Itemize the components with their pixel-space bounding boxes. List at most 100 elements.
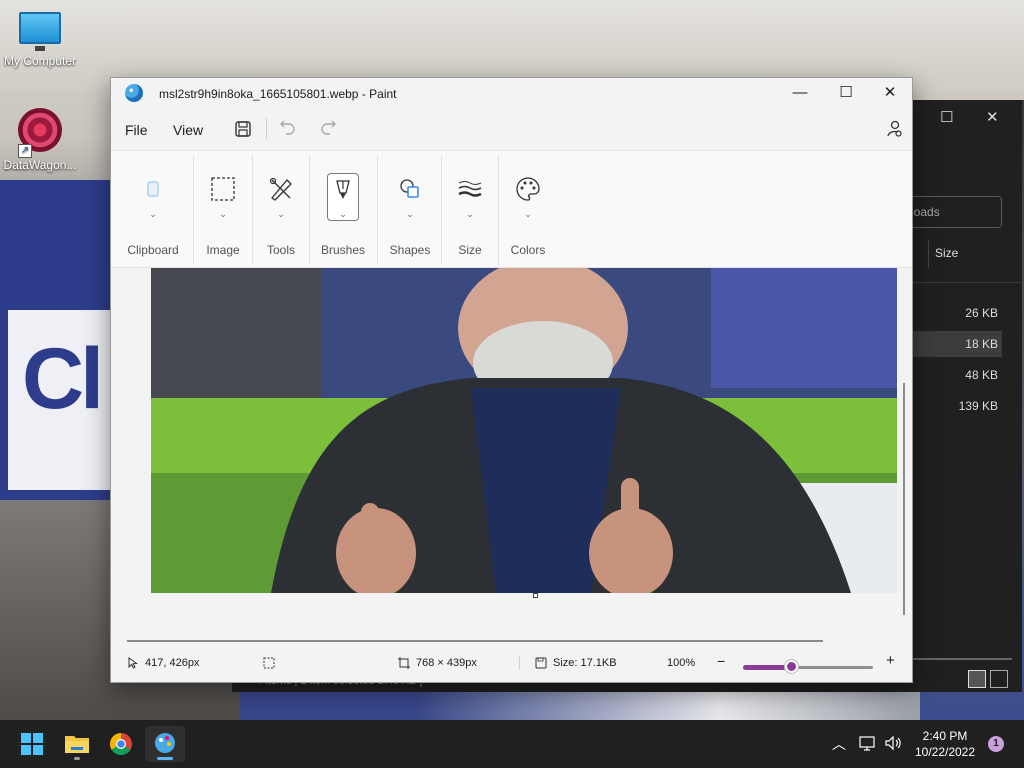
maximize-icon[interactable]: ☐ [940, 108, 953, 126]
horizontal-scrollbar[interactable] [127, 640, 823, 642]
ribbon-group-tools[interactable]: ⌄ Tools [254, 151, 308, 269]
paint-window[interactable]: msl2str9h9in8oka_1665105801.webp - Paint… [110, 77, 913, 683]
divider [498, 155, 499, 265]
zoom-level[interactable]: 100% [667, 657, 695, 669]
chevron-down-icon: ⌄ [524, 209, 532, 219]
account-settings-icon[interactable] [883, 118, 905, 140]
chevron-up-icon[interactable]: ︿ [832, 734, 846, 768]
desktop-icon-label: DataWagon... [3, 158, 77, 172]
column-header-size[interactable]: Size [928, 240, 1008, 268]
windows-logo-icon [21, 733, 43, 755]
selection-size [263, 657, 275, 669]
scrollbar[interactable] [912, 658, 1012, 660]
tiles-view-icon[interactable] [990, 670, 1008, 688]
divider [441, 155, 442, 265]
menu-view[interactable]: View [173, 122, 203, 138]
ribbon-group-label: Size [458, 243, 482, 257]
search-input[interactable]: loads [910, 196, 1002, 228]
list-item[interactable]: 18 KB [912, 331, 1002, 357]
datawagon-logo-icon: ↗ [18, 108, 62, 158]
toolbar-separator [266, 118, 267, 140]
list-item[interactable]: 48 KB [912, 362, 1002, 388]
canvas-size-icon [398, 657, 410, 669]
chevron-down-icon: ⌄ [339, 209, 347, 219]
monitor-icon [19, 12, 61, 51]
network-icon[interactable] [858, 734, 876, 768]
divider [519, 656, 520, 670]
list-item[interactable]: 139 KB [912, 393, 1002, 419]
canvas-size: 768 × 439px [398, 657, 477, 669]
canvas-image[interactable] [151, 268, 897, 593]
file-size-text: Size: 17.1KB [553, 657, 617, 669]
undo-icon[interactable] [277, 118, 299, 140]
ribbon-group-label: Colors [510, 243, 546, 257]
taskbar: ︿ 2:40 PM 10/22/2022 [0, 720, 1024, 768]
taskbar-file-explorer[interactable] [57, 726, 97, 762]
ribbon-group-image[interactable]: ⌄ Image [195, 151, 251, 269]
divider [252, 155, 253, 265]
cursor-position-text: 417, 426px [145, 657, 200, 669]
ribbon-group-label: Brushes [320, 243, 366, 257]
select-icon [209, 175, 237, 203]
window-title: msl2str9h9in8oka_1665105801.webp - Paint [159, 87, 397, 101]
vertical-scrollbar[interactable] [903, 383, 905, 615]
size-icon [456, 175, 484, 203]
divider [377, 155, 378, 265]
ribbon-group-brushes[interactable]: ⌄ Brushes [311, 151, 375, 269]
ribbon-group-label: Clipboard [127, 243, 179, 257]
wallpaper-sign-lettering: Cl [22, 331, 104, 427]
paint-app-icon [125, 84, 143, 102]
tools-icon [267, 175, 295, 203]
clock-time: 2:40 PM [922, 729, 968, 743]
clipboard-icon [139, 175, 167, 203]
ribbon: ⌄ Clipboard ⌄ Image ⌄ Tools ⌄ Brushes ⌄ … [111, 150, 912, 268]
zoom-out-button[interactable]: − [717, 653, 725, 669]
taskbar-paint[interactable] [145, 726, 185, 762]
canvas-area[interactable] [111, 268, 912, 642]
ribbon-group-label: Image [206, 243, 240, 257]
title-bar[interactable]: msl2str9h9in8oka_1665105801.webp - Paint… [111, 78, 912, 108]
canvas-photo [151, 268, 897, 593]
maximize-button[interactable]: ☐ [823, 82, 869, 106]
desktop-icon-datawagon[interactable]: ↗ DataWagon... [0, 108, 80, 172]
menu-file[interactable]: File [125, 122, 148, 138]
close-icon[interactable]: ✕ [986, 108, 999, 126]
ribbon-group-shapes[interactable]: ⌄ Shapes [379, 151, 441, 269]
chevron-down-icon: ⌄ [466, 209, 474, 219]
wallpaper-bottom [420, 690, 920, 720]
redo-icon[interactable] [317, 118, 339, 140]
pointer-icon [128, 657, 138, 669]
ribbon-group-label: Shapes [389, 243, 431, 257]
ribbon-group-size[interactable]: ⌄ Size [443, 151, 497, 269]
close-button[interactable]: ✕ [867, 82, 913, 106]
resize-handle[interactable] [533, 593, 538, 598]
file-size: Size: 17.1KB [535, 657, 617, 669]
start-button[interactable] [12, 726, 52, 762]
status-bar: 417, 426px 768 × 439px Size: 17.1KB 100%… [111, 644, 912, 682]
chevron-down-icon: ⌄ [149, 209, 157, 219]
zoom-in-button[interactable]: + [886, 652, 895, 669]
clock-date: 10/22/2022 [914, 745, 976, 759]
notification-badge[interactable]: 1 [988, 736, 1004, 752]
ribbon-group-label: Tools [266, 243, 295, 257]
selection-icon [263, 657, 275, 669]
divider [193, 155, 194, 265]
canvas-size-text: 768 × 439px [416, 657, 477, 669]
zoom-slider-thumb[interactable] [785, 660, 799, 673]
ribbon-group-clipboard[interactable]: ⌄ Clipboard [115, 151, 191, 269]
taskbar-chrome[interactable] [101, 726, 141, 762]
minimize-button[interactable]: — [777, 82, 823, 106]
running-indicator [74, 757, 80, 760]
list-item[interactable]: 26 KB [912, 300, 1002, 326]
shortcut-arrow-icon: ↗ [18, 144, 32, 158]
brush-icon [329, 175, 357, 203]
chevron-down-icon: ⌄ [277, 209, 285, 219]
desktop-icon-my-computer[interactable]: My Computer [0, 12, 80, 68]
details-view-icon[interactable] [968, 670, 986, 688]
divider [309, 155, 310, 265]
save-icon[interactable] [232, 118, 254, 140]
ribbon-group-colors[interactable]: ⌄ Colors [500, 151, 556, 269]
chevron-down-icon: ⌄ [219, 209, 227, 219]
desktop-icon-label: My Computer [3, 54, 77, 68]
clock[interactable]: 2:40 PM 10/22/2022 [900, 728, 990, 760]
